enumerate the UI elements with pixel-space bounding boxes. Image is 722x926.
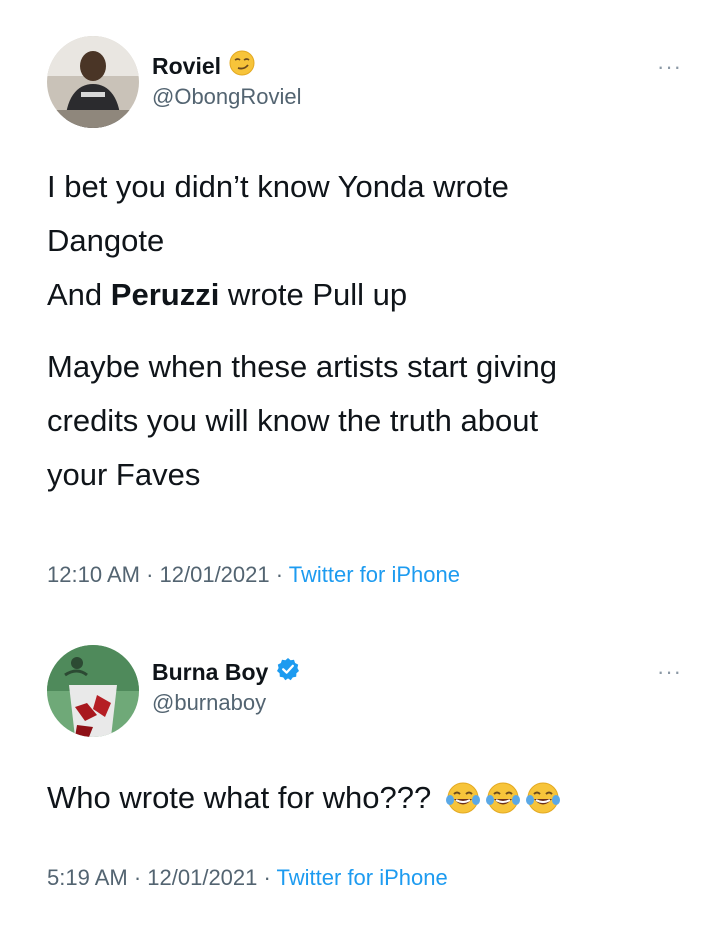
avatar[interactable] [47,645,139,737]
author-name[interactable]: Roviel [152,50,255,82]
tweet-roviel: Roviel @ObongRoviel ··· I bet you didn’t… [0,0,722,610]
author-handle[interactable]: @burnaboy [152,690,266,716]
tweet-text-line: Who wrote what for who??? [47,780,432,815]
more-options-icon[interactable]: ··· [657,661,682,683]
tweet-text-line: your Faves [47,457,201,492]
face-with-tears-of-joy-emoji-icon [446,782,481,814]
tweet-text-line: And Peruzzi wrote Pull up [47,277,408,312]
tweet-time[interactable]: 12:10 AM [47,562,140,587]
bold-mention: Peruzzi [110,277,220,312]
tweet-date[interactable]: 12/01/2021 [147,865,257,890]
tweet-meta: 5:19 AM · 12/01/2021 · Twitter for iPhon… [47,865,448,890]
tweet-text-line: credits you will know the truth about [47,403,539,438]
more-options-icon[interactable]: ··· [657,56,682,78]
tweet-source-link[interactable]: Twitter for iPhone [277,865,448,890]
avatar[interactable] [47,36,139,128]
tweet-text-line: I bet you didn’t know Yonda wrote [47,169,509,204]
smirking-face-emoji-icon [229,50,255,82]
tweet-date[interactable]: 12/01/2021 [160,562,270,587]
tweet-meta: 12:10 AM · 12/01/2021 · Twitter for iPho… [47,562,460,587]
verified-badge-icon [276,657,300,687]
tweet-time[interactable]: 5:19 AM [47,865,128,890]
tweet-text-line: Dangote [47,223,165,258]
author-name[interactable]: Burna Boy [152,657,300,687]
tweet-text: I bet you didn’t know Yonda wrote Dangot… [47,160,687,502]
face-with-tears-of-joy-emoji-icon [486,782,521,814]
author-handle[interactable]: @ObongRoviel [152,84,302,110]
tweet-text-line: Maybe when these artists start giving [47,349,558,384]
face-with-tears-of-joy-emoji-icon [526,782,561,814]
tweet-text: Who wrote what for who??? [47,771,687,825]
tweet-source-link[interactable]: Twitter for iPhone [289,562,460,587]
emoji-row [445,780,561,816]
